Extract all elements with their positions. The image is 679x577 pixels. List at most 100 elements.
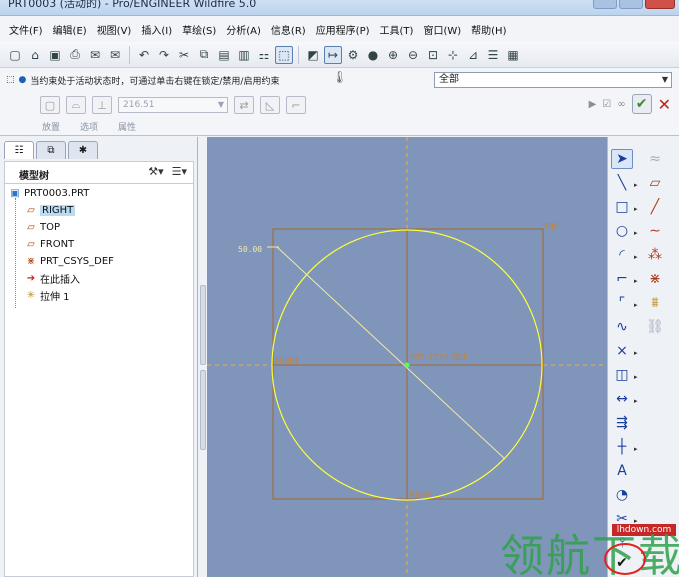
menu-applications[interactable]: 应用程序(P) xyxy=(311,22,375,37)
sketch-canvas[interactable]: 50.00 TOP FRONT PRT_CSYS_DEF RIGHT xyxy=(207,137,607,577)
chevron-right-icon[interactable]: ▸ xyxy=(634,229,638,237)
flip-direction-icon[interactable]: ⇄ xyxy=(234,96,254,114)
hidden-line-icon[interactable]: ▦ xyxy=(504,46,522,64)
geometry-icon[interactable]: ≈ xyxy=(644,149,666,169)
chevron-right-icon[interactable]: ▸ xyxy=(634,373,638,381)
menu-analysis[interactable]: 分析(A) xyxy=(221,22,266,37)
preview-check-icon[interactable]: ☑ xyxy=(602,99,611,110)
close-button[interactable] xyxy=(645,0,675,9)
tree-item-top[interactable]: ▱ TOP xyxy=(25,220,60,234)
chevron-right-icon[interactable]: ▸ xyxy=(634,349,638,357)
undo-icon[interactable]: ↶ xyxy=(135,46,153,64)
tab-properties[interactable]: 属性 xyxy=(118,120,136,133)
menu-file[interactable]: 文件(F) xyxy=(4,22,48,37)
tree-item-right[interactable]: ▱ RIGHT xyxy=(25,203,76,217)
chevron-right-icon[interactable]: ▸ xyxy=(634,205,638,213)
depth-input[interactable]: 216.51 ▼ xyxy=(118,97,228,113)
pause-icon[interactable]: ▶ xyxy=(589,99,597,110)
chain-icon[interactable]: ⛓ xyxy=(644,317,666,337)
tree-item-insert-here[interactable]: ➔ 在此插入 xyxy=(25,271,80,286)
email-link-icon[interactable]: ✉ xyxy=(106,46,124,64)
menu-help[interactable]: 帮助(H) xyxy=(466,22,511,37)
menu-window[interactable]: 窗口(W) xyxy=(418,22,466,37)
dimension-icon[interactable]: ↔ xyxy=(611,389,633,409)
chevron-right-icon[interactable]: ▸ xyxy=(634,181,638,189)
model-tree-tab-icon[interactable]: ☷ xyxy=(4,141,34,159)
save-icon[interactable]: ▣ xyxy=(46,46,64,64)
open-icon[interactable]: ⌂ xyxy=(26,46,44,64)
surface-icon[interactable]: ⌓ xyxy=(66,96,86,114)
text-icon[interactable]: A xyxy=(611,461,633,481)
menu-info[interactable]: 信息(R) xyxy=(266,22,311,37)
constraint-toggle-icon[interactable]: ⚙ xyxy=(344,46,362,64)
dimension-label[interactable]: 50.00 xyxy=(238,245,262,254)
palette-icon[interactable]: ◔ xyxy=(611,485,633,505)
glasses-icon[interactable]: ∞ xyxy=(617,99,625,110)
print-icon[interactable]: ⎙ xyxy=(66,46,84,64)
ok-button[interactable]: ✔ xyxy=(631,94,652,114)
tree-item-extrude[interactable]: ✳ 拉伸 1 xyxy=(25,288,70,303)
refit-icon[interactable]: ⊡ xyxy=(424,46,442,64)
menu-edit[interactable]: 编辑(E) xyxy=(48,22,92,37)
thicken-icon[interactable]: ⌐ xyxy=(286,96,306,114)
zoom-out-icon[interactable]: ⊖ xyxy=(404,46,422,64)
selection-filter-dropdown[interactable]: 全部 ▼ xyxy=(434,72,672,88)
settings-icon[interactable]: ⚒▾ xyxy=(148,165,163,178)
chevron-right-icon[interactable]: ▸ xyxy=(634,277,638,285)
sketch-view-icon[interactable]: ◩ xyxy=(304,46,322,64)
minimize-button[interactable] xyxy=(593,0,617,9)
show-icon[interactable]: ☰▾ xyxy=(172,165,187,178)
menu-tools[interactable]: 工具(T) xyxy=(375,22,419,37)
cancel-button[interactable]: ✕ xyxy=(658,95,671,114)
layers-icon[interactable]: ☰ xyxy=(484,46,502,64)
curve-icon[interactable]: ∼ xyxy=(644,221,666,241)
plane-icon[interactable]: ▱ xyxy=(644,173,666,193)
diameter-dimension-line[interactable] xyxy=(276,246,506,460)
new-icon[interactable]: ▢ xyxy=(6,46,24,64)
chevron-right-icon[interactable]: ▸ xyxy=(634,397,638,405)
datum-point-icon[interactable]: ⁂ xyxy=(644,245,666,265)
chamfer-icon[interactable]: ⌜ xyxy=(611,293,633,313)
tab-placement[interactable]: 放置 xyxy=(42,120,60,133)
chevron-right-icon[interactable]: ▸ xyxy=(634,301,638,309)
modify-icon[interactable]: ⇶ xyxy=(611,413,633,433)
redo-icon[interactable]: ↷ xyxy=(155,46,173,64)
remove-material-icon[interactable]: ◺ xyxy=(260,96,280,114)
analysis-icon[interactable]: ⩩ xyxy=(644,293,666,313)
shading-icon[interactable]: ● xyxy=(364,46,382,64)
menu-sketch[interactable]: 草绘(S) xyxy=(177,22,221,37)
panel-splitter-handle[interactable] xyxy=(200,285,206,365)
grid-icon[interactable]: ⊹ xyxy=(444,46,462,64)
paste-icon[interactable]: ▤ xyxy=(215,46,233,64)
copy-icon[interactable]: ⧉ xyxy=(195,46,213,64)
select-arrow-icon[interactable]: ➤ xyxy=(611,149,633,169)
zoom-in-icon[interactable]: ⊕ xyxy=(384,46,402,64)
menu-insert[interactable]: 插入(I) xyxy=(136,22,177,37)
dimension-toggle-icon[interactable]: ↦ xyxy=(324,45,342,64)
rectangle-icon[interactable]: □ xyxy=(611,197,633,217)
line-icon[interactable]: ╲ xyxy=(611,173,633,193)
use-edge-icon[interactable]: ◫ xyxy=(611,365,633,385)
regenerate-icon[interactable]: ⚏ xyxy=(255,46,273,64)
tree-item-part[interactable]: ▣ PRT0003.PRT xyxy=(9,186,89,200)
chevron-right-icon[interactable]: ▸ xyxy=(634,445,638,453)
panel-splitter-handle[interactable] xyxy=(200,370,206,450)
paste-special-icon[interactable]: ▥ xyxy=(235,46,253,64)
maximize-button[interactable] xyxy=(619,0,643,9)
arc-icon[interactable]: ◜ xyxy=(611,245,633,265)
axis-icon[interactable]: ╱ xyxy=(644,197,666,217)
solid-icon[interactable]: ▢ xyxy=(40,96,60,114)
chevron-right-icon[interactable]: ▸ xyxy=(634,253,638,261)
tab-options[interactable]: 选项 xyxy=(80,120,98,133)
spline-icon[interactable]: ∿ xyxy=(611,317,633,337)
vertex-icon[interactable]: ⊿ xyxy=(464,46,482,64)
layers-tab-icon[interactable]: ⧉ xyxy=(36,141,66,159)
select-box-icon[interactable]: ⬚ xyxy=(275,45,293,64)
point-icon[interactable]: × xyxy=(611,341,633,361)
depth-option-icon[interactable]: ⊥ xyxy=(92,96,112,114)
cut-icon[interactable]: ✂ xyxy=(175,46,193,64)
menu-view[interactable]: 视图(V) xyxy=(92,22,137,37)
circle-icon[interactable]: ○ xyxy=(611,221,633,241)
tree-item-csys[interactable]: ⋇ PRT_CSYS_DEF xyxy=(25,254,114,268)
csys-icon[interactable]: ⋇ xyxy=(644,269,666,289)
